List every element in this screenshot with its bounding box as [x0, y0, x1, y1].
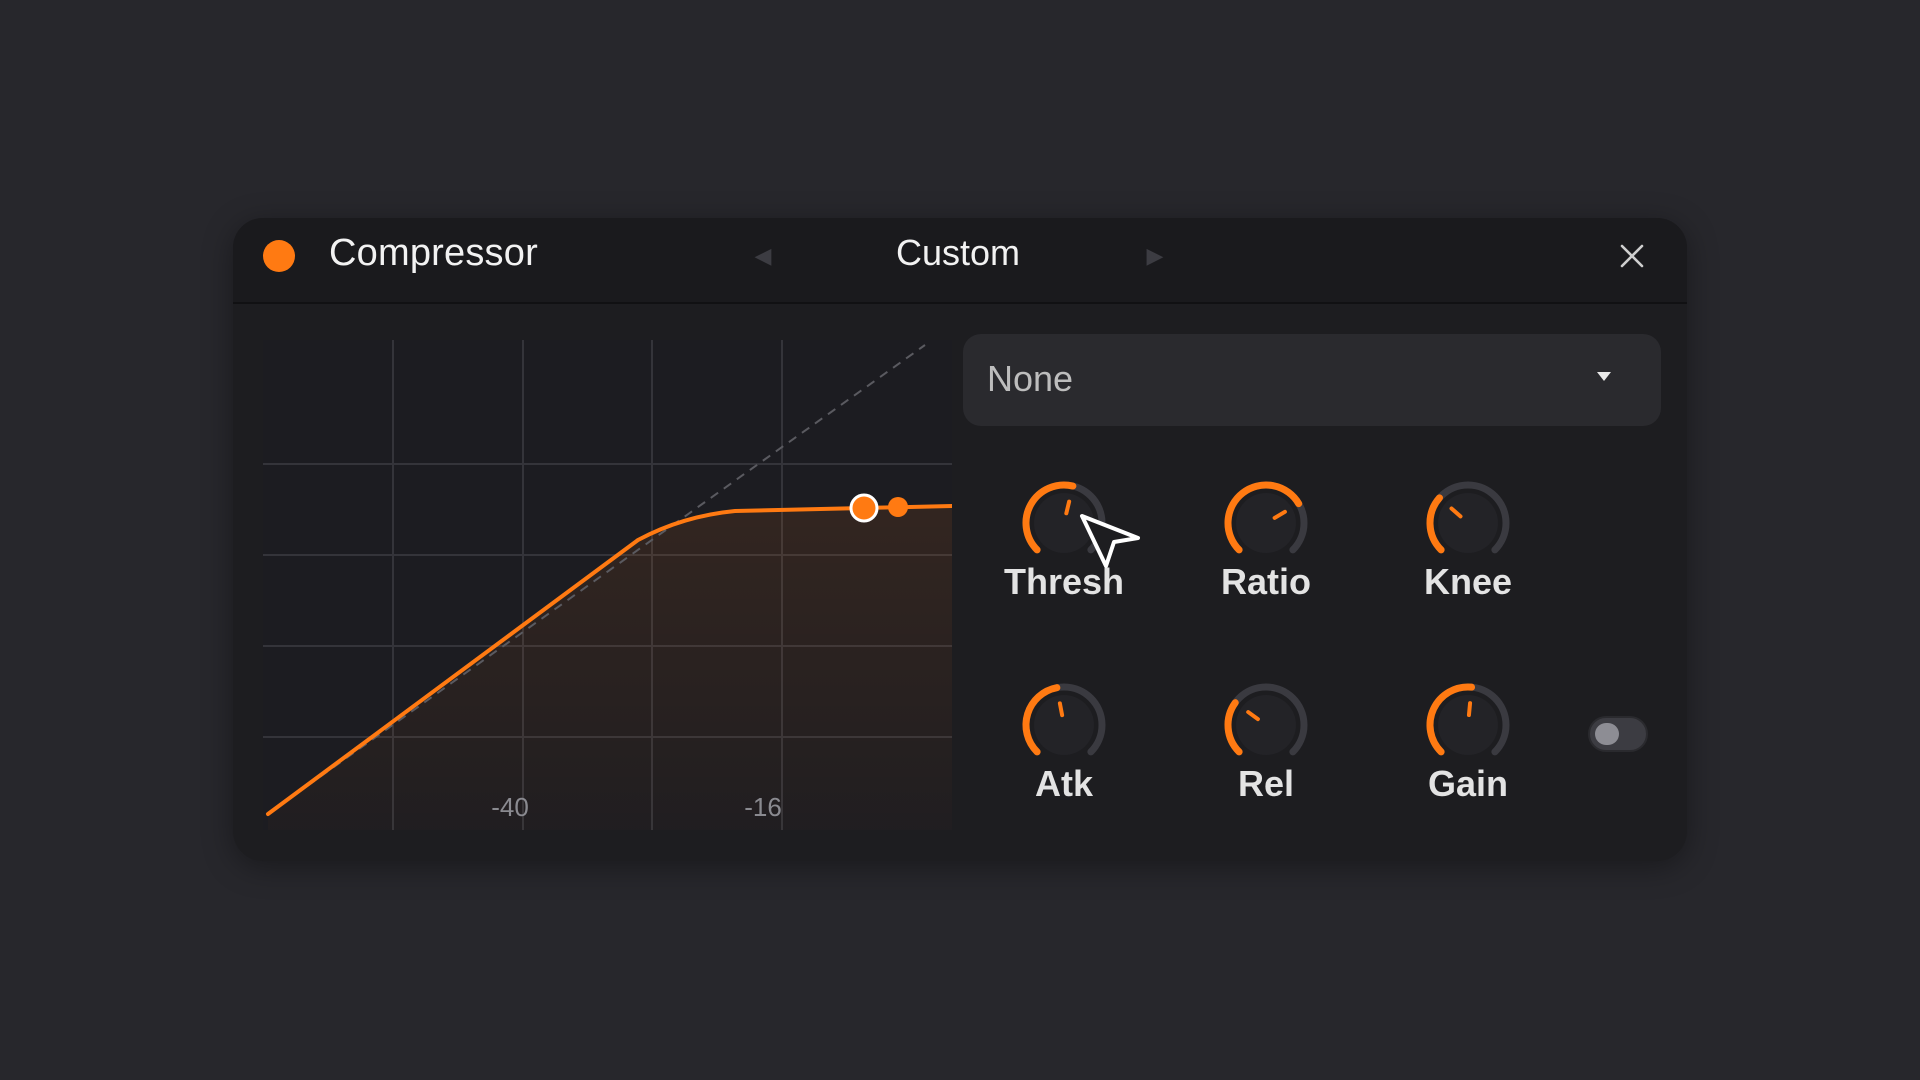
knob-label: Ratio	[1221, 561, 1311, 602]
knob-indicator	[1057, 701, 1065, 718]
knob-dial	[1426, 481, 1510, 554]
close-icon[interactable]	[1616, 240, 1648, 272]
knob-dial	[1022, 683, 1106, 756]
sidechain-dropdown[interactable]: None	[963, 334, 1661, 426]
knob-indicator	[1466, 701, 1473, 718]
power-dot-icon[interactable]	[263, 240, 295, 272]
knob-dial	[1426, 683, 1510, 756]
knob-body	[1034, 695, 1094, 755]
knob-ratio[interactable]: Ratio	[1196, 473, 1336, 603]
preset-name[interactable]: Custom	[793, 232, 1123, 274]
dropdown-value: None	[987, 358, 1074, 399]
knob-dial	[1224, 481, 1308, 554]
knob-label: Gain	[1427, 763, 1508, 804]
knob-body	[1236, 695, 1296, 755]
knob-label: Knee	[1423, 561, 1513, 602]
knob-label: Atk	[1034, 763, 1093, 804]
knob-body	[1438, 493, 1498, 553]
chevron-right-icon[interactable]: ▶	[1143, 244, 1167, 268]
title-bar: Compressor ◀ Custom ▶	[233, 218, 1687, 304]
x-tick-label: -16	[744, 792, 782, 822]
caret-down-icon	[1597, 372, 1611, 381]
x-tick-label: -40	[491, 792, 529, 822]
knee-handle	[888, 497, 908, 517]
auto-gain-toggle[interactable]	[1588, 716, 1648, 752]
knob-release[interactable]: Rel	[1196, 675, 1336, 805]
knob-body	[1236, 493, 1296, 553]
transfer-curve-graph[interactable]: -40 -16	[263, 340, 952, 830]
knob-dial	[1224, 683, 1308, 756]
knob-label: Rel	[1237, 763, 1295, 804]
knob-knee[interactable]: Knee	[1398, 473, 1538, 603]
toggle-thumb	[1595, 723, 1619, 745]
threshold-handle	[849, 493, 879, 523]
knob-attack[interactable]: Atk	[994, 675, 1134, 805]
knob-gain[interactable]: Gain	[1398, 675, 1538, 805]
chevron-left-icon[interactable]: ◀	[751, 244, 775, 268]
knob-indicator	[1064, 499, 1072, 516]
compressor-panel: Compressor ◀ Custom ▶ -40 -16 None Thres…	[233, 218, 1687, 861]
plugin-title: Compressor	[329, 232, 538, 274]
mouse-pointer-icon	[1080, 514, 1140, 568]
